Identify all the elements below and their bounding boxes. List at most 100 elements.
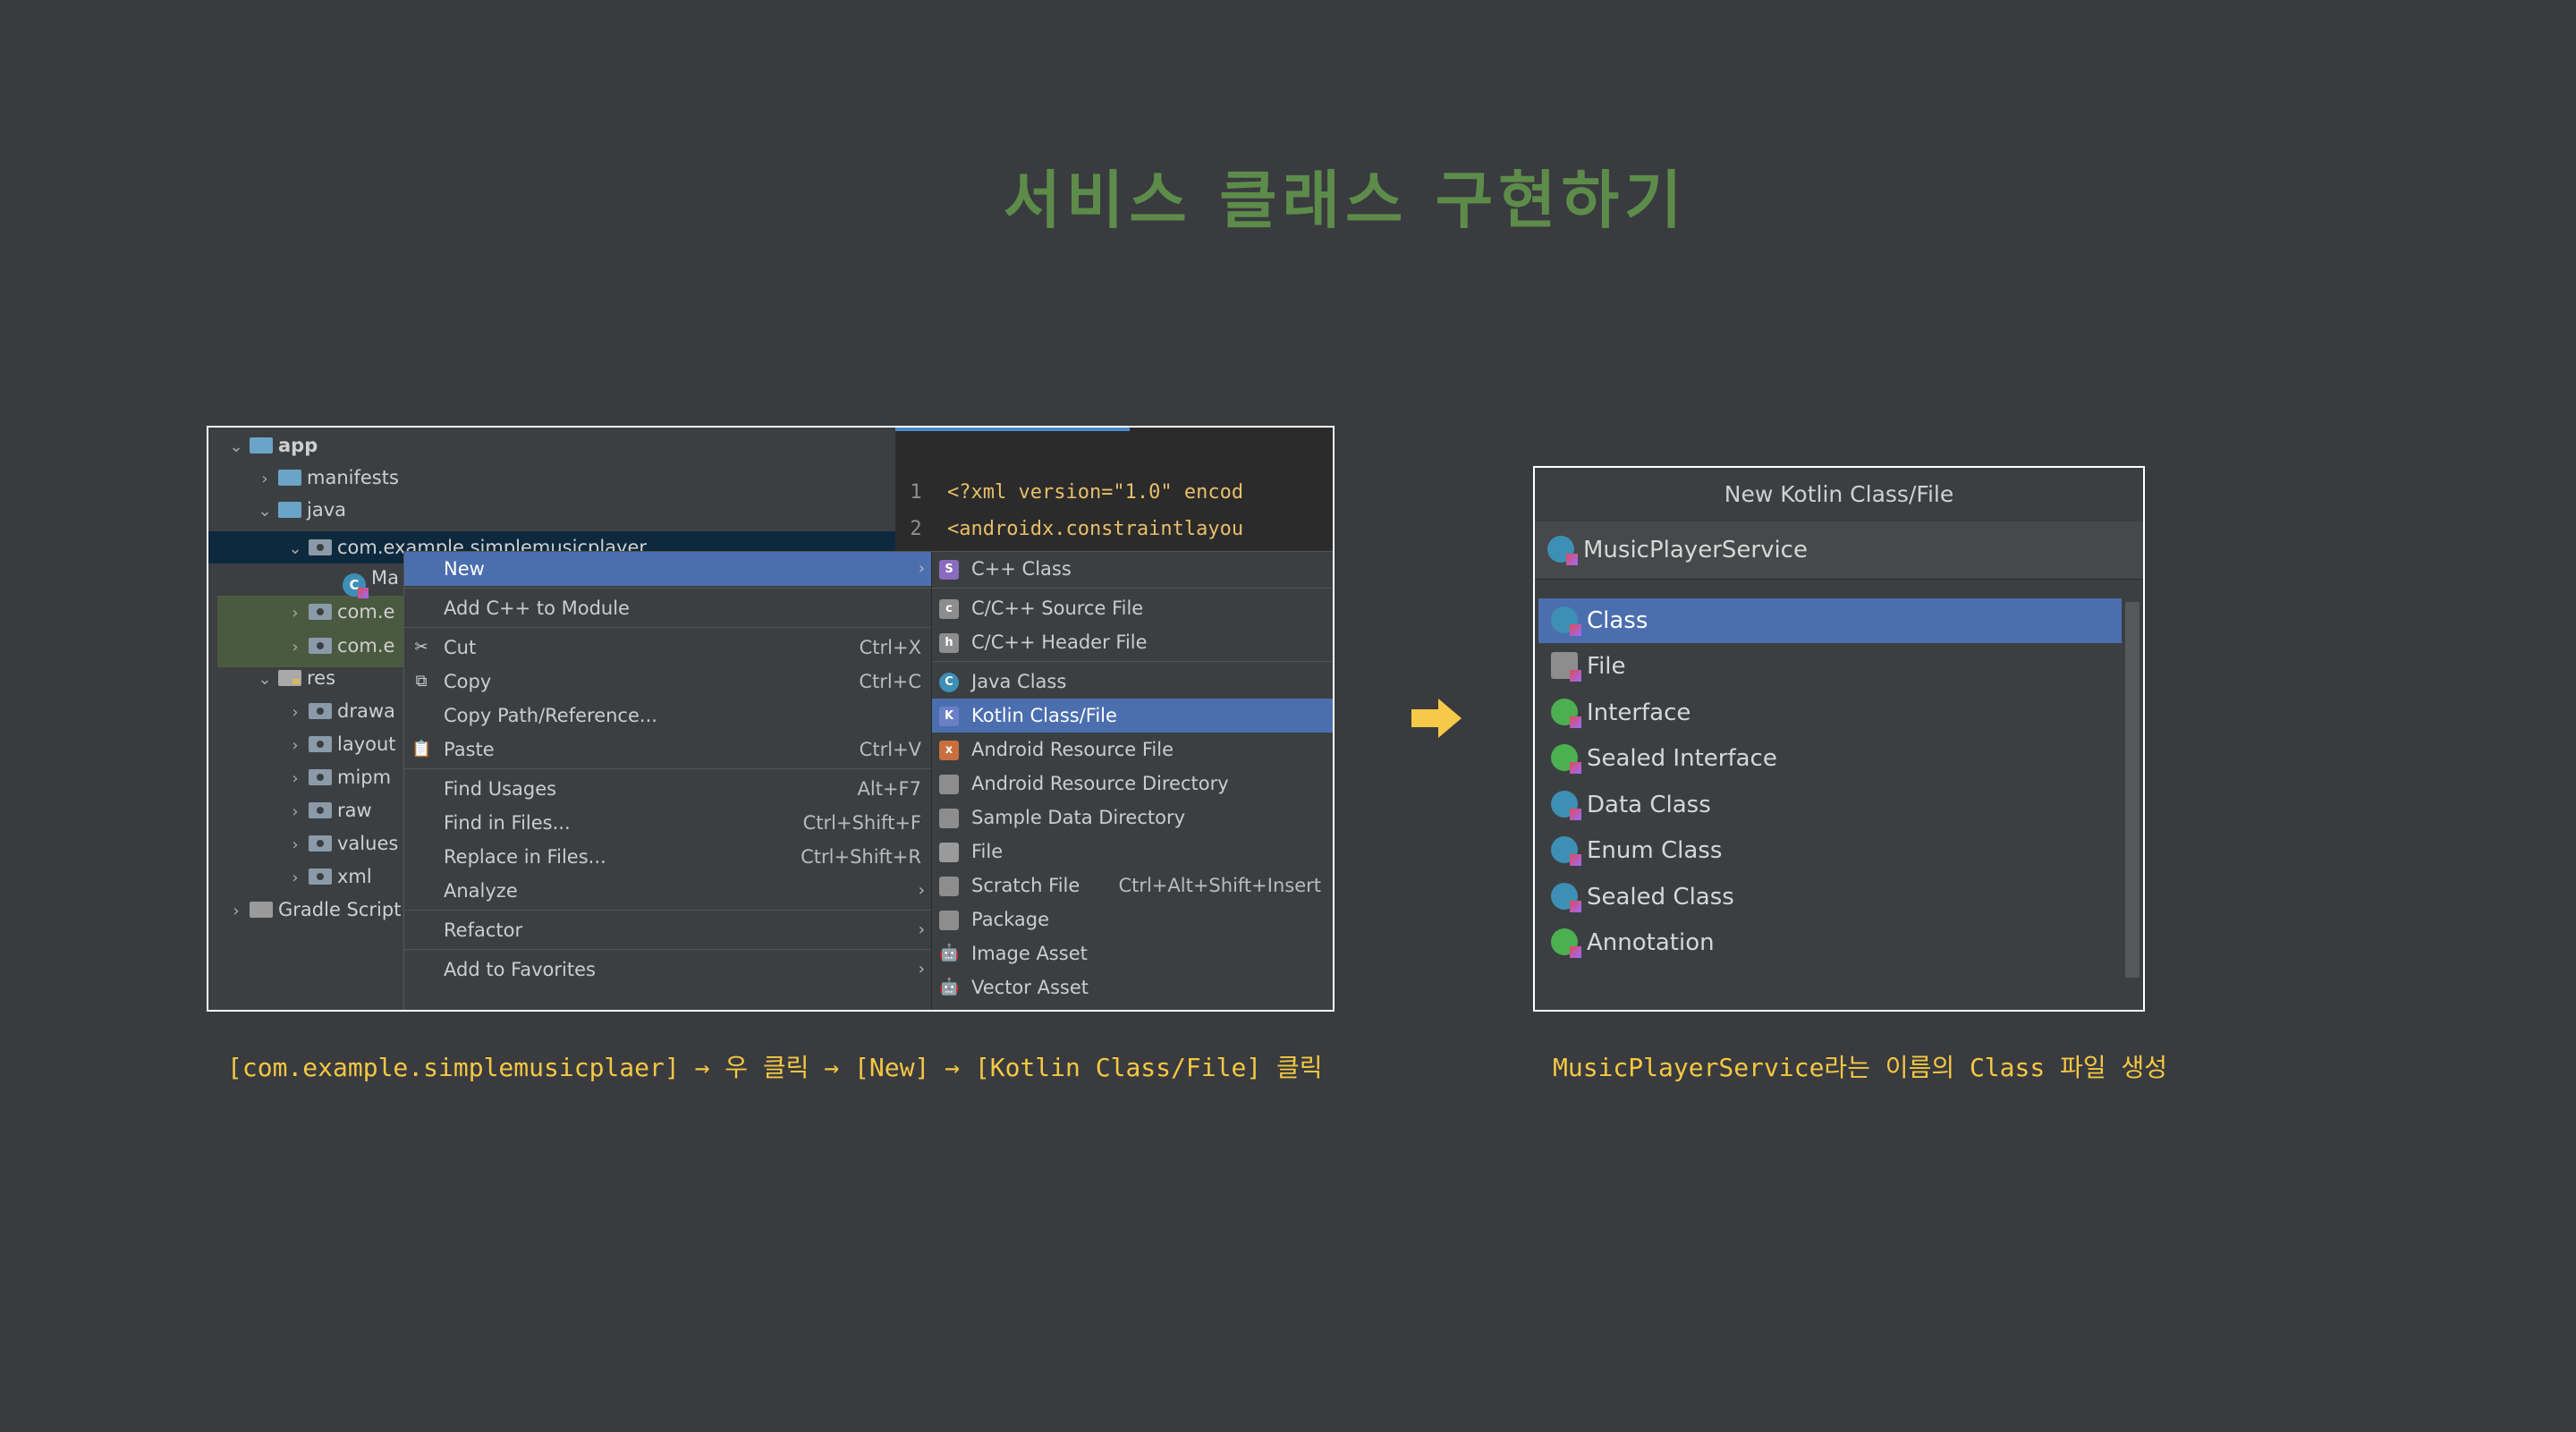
chevron-right-icon: › — [292, 802, 299, 821]
editor-tab-indicator — [895, 428, 1130, 431]
new-kotlin-dialog-screenshot: New Kotlin Class/File MusicPlayerService… — [1533, 466, 2145, 1012]
submenu-item-kotlin-class[interactable]: K Kotlin Class/File — [932, 699, 1333, 733]
submenu-item-cpp-header[interactable]: h C/C++ Header File — [932, 625, 1333, 659]
tree-item-res[interactable]: ⌄ res — [255, 662, 335, 694]
list-item-class[interactable]: Class — [1538, 598, 2122, 643]
caption-right: MusicPlayerService라는 이름의 Class 파일 생성 — [1553, 1053, 2167, 1082]
list-item-sealed-interface[interactable]: Sealed Interface — [1538, 736, 2122, 781]
tree-item-layout[interactable]: › layout — [285, 728, 395, 760]
list-scrollbar[interactable] — [2125, 602, 2140, 978]
folder-icon — [278, 470, 301, 486]
tree-item-package-2[interactable]: › com.e — [285, 596, 394, 628]
submenu-item-java-class[interactable]: C Java Class — [932, 665, 1333, 699]
submenu-item-sample-data[interactable]: Sample Data Directory — [932, 801, 1333, 835]
folder-icon — [309, 769, 332, 785]
java-class-icon: C — [939, 673, 959, 692]
menu-item-copy-path[interactable]: Copy Path/Reference... — [404, 699, 932, 733]
new-submenu: S C++ Class c C/C++ Source File h C/C++ Hea… — [931, 551, 1333, 1010]
chevron-down-icon: ⌄ — [258, 502, 272, 521]
cpp-header-icon: h — [939, 633, 959, 653]
folder-icon — [309, 736, 332, 752]
code-line-1: 1 <?xml version="1.0" encod — [910, 481, 1244, 504]
submenu-item-android-resource-dir[interactable]: Android Resource Directory — [932, 767, 1333, 801]
enum-class-icon — [1551, 836, 1581, 866]
cpp-class-icon: S — [939, 560, 959, 580]
package-icon — [309, 638, 332, 654]
chevron-right-icon: › — [292, 638, 299, 657]
data-class-icon — [1551, 791, 1581, 820]
submenu-item-scratch-file[interactable]: Scratch File Ctrl+Alt+Shift+Insert — [932, 869, 1333, 902]
package-icon — [939, 911, 959, 930]
menu-item-copy[interactable]: ⧉ Copy Ctrl+C — [404, 665, 932, 699]
menu-item-add-to-favorites[interactable]: Add to Favorites › — [404, 953, 932, 987]
tree-item-manifests[interactable]: › manifests — [255, 462, 399, 494]
tree-item-values[interactable]: › values — [285, 827, 398, 860]
tree-item-mipmap[interactable]: › mipm — [285, 761, 391, 793]
menu-item-find-in-files[interactable]: Find in Files... Ctrl+Shift+F — [404, 806, 932, 840]
list-item-sealed-class[interactable]: Sealed Class — [1538, 875, 2122, 919]
chevron-right-icon: › — [261, 470, 268, 488]
package-icon — [309, 539, 332, 555]
list-item-data-class[interactable]: Data Class — [1538, 783, 2122, 827]
chevron-right-icon: › — [918, 960, 925, 979]
context-menu: New › Add C++ to Module ✂ Cut Ctrl+X ⧉ Copy C… — [403, 551, 933, 1010]
scissors-icon: ✂ — [414, 638, 428, 657]
tree-item-java[interactable]: ⌄ java — [255, 494, 346, 526]
chevron-right-icon: › — [918, 881, 925, 900]
folder-icon — [309, 869, 332, 885]
menu-item-replace-in-files[interactable]: Replace in Files... Ctrl+Shift+R — [404, 840, 932, 874]
tree-item-main-file[interactable]: C Ma — [343, 562, 399, 598]
chevron-right-icon: › — [918, 920, 925, 939]
package-icon — [309, 604, 332, 620]
clipboard-icon: 📋 — [411, 740, 432, 758]
submenu-item-cpp-class[interactable]: S C++ Class — [932, 552, 1333, 586]
list-item-interface[interactable]: Interface — [1538, 691, 2122, 735]
tree-item-drawable[interactable]: › drawa — [285, 695, 395, 727]
menu-item-analyze[interactable]: Analyze › — [404, 874, 932, 908]
submenu-item-image-asset[interactable]: 🤖 Image Asset — [932, 936, 1333, 970]
android-icon: 🤖 — [939, 944, 960, 962]
submenu-item-package[interactable]: Package — [932, 902, 1333, 936]
code-editor[interactable]: 1 <?xml version="1.0" encod 2 <androidx.co… — [895, 428, 1333, 551]
chevron-down-icon: ⌄ — [229, 437, 243, 456]
list-item-file[interactable]: File — [1538, 644, 2122, 689]
folder-icon — [309, 802, 332, 818]
tree-item-raw[interactable]: › raw — [285, 794, 371, 826]
menu-item-find-usages[interactable]: Find Usages Alt+F7 — [404, 772, 932, 806]
folder-icon — [309, 835, 332, 852]
submenu-item-android-resource-file[interactable]: x Android Resource File — [932, 733, 1333, 767]
chevron-right-icon: › — [292, 604, 299, 623]
arrow-right-icon — [1411, 699, 1462, 738]
chevron-right-icon: › — [918, 559, 925, 578]
list-item-enum-class[interactable]: Enum Class — [1538, 828, 2122, 873]
chevron-right-icon: › — [233, 902, 240, 920]
code-line-2: 2 <androidx.constraintlayou — [910, 518, 1244, 540]
kind-list: Class File Interface Sealed Interface Da… — [1535, 593, 2143, 1010]
list-item-annotation[interactable]: Annotation — [1538, 920, 2122, 965]
tree-item-gradle[interactable]: › Gradle Script — [226, 894, 401, 926]
chevron-down-icon: ⌄ — [258, 670, 272, 689]
menu-item-paste[interactable]: 📋 Paste Ctrl+V — [404, 733, 932, 767]
file-icon — [1551, 652, 1581, 682]
copy-icon: ⧉ — [415, 672, 428, 691]
gradle-icon — [250, 902, 273, 918]
menu-item-refactor[interactable]: Refactor › — [404, 913, 932, 947]
interface-icon — [1551, 699, 1581, 728]
android-resource-icon: x — [939, 741, 959, 760]
tree-item-xml[interactable]: › xml — [285, 860, 371, 893]
submenu-item-cpp-source[interactable]: c C/C++ Source File — [932, 591, 1333, 625]
menu-item-new[interactable]: New › — [404, 552, 932, 586]
class-name-input[interactable]: MusicPlayerService — [1535, 521, 2143, 580]
submenu-item-vector-asset[interactable]: 🤖 Vector Asset — [932, 970, 1333, 1004]
chevron-right-icon: › — [292, 736, 299, 755]
submenu-item-file[interactable]: File — [932, 835, 1333, 869]
menu-item-cut[interactable]: ✂ Cut Ctrl+X — [404, 631, 932, 665]
menu-item-add-cpp[interactable]: Add C++ to Module — [404, 591, 932, 625]
context-menu-screenshot: ⌄ app › manifests ⌄ java ⌄ com.example.simpl… — [207, 426, 1335, 1012]
file-icon — [939, 843, 959, 862]
tree-item-app[interactable]: ⌄ app — [226, 429, 318, 462]
folder-icon — [939, 809, 959, 828]
kotlin-file-icon: K — [939, 707, 959, 726]
folder-icon — [939, 775, 959, 794]
tree-item-package-3[interactable]: › com.e — [285, 630, 394, 662]
